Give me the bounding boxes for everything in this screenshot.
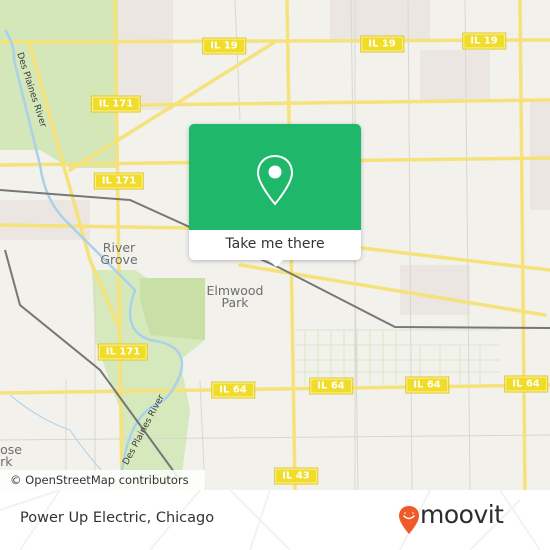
take-me-there-popup[interactable]: Take me there [189, 124, 361, 267]
route-shield-il64: IL 64 [309, 377, 353, 395]
route-shield-il64: IL 64 [211, 381, 255, 399]
route-shield-il64: IL 64 [504, 375, 548, 393]
place-label-melrose-park: ose rk [0, 442, 22, 469]
location-pin-icon [256, 154, 294, 206]
popup-pointer [268, 259, 284, 267]
route-shield-il171: IL 171 [93, 172, 145, 190]
route-shield-il171: IL 171 [90, 95, 142, 113]
moovit-logo-icon [399, 506, 419, 534]
place-label-river-grove: River Grove [100, 240, 138, 267]
route-shield-il171: IL 171 [97, 343, 149, 361]
popup-header[interactable] [189, 124, 361, 230]
route-shield-il19: IL 19 [462, 32, 506, 50]
place-label-elmwood-park: Elmwood Park [206, 283, 264, 310]
location-title: Power Up Electric, Chicago [20, 510, 215, 526]
map-attribution[interactable]: © OpenStreetMap contributors [0, 470, 205, 490]
route-shield-il19: IL 19 [202, 37, 246, 55]
route-shield-il64: IL 64 [405, 376, 449, 394]
route-shield-il19: IL 19 [360, 35, 404, 53]
moovit-brand-name: moovit [420, 500, 504, 529]
route-shield-il43: IL 43 [274, 467, 318, 485]
take-me-there-button[interactable]: Take me there [189, 230, 361, 260]
